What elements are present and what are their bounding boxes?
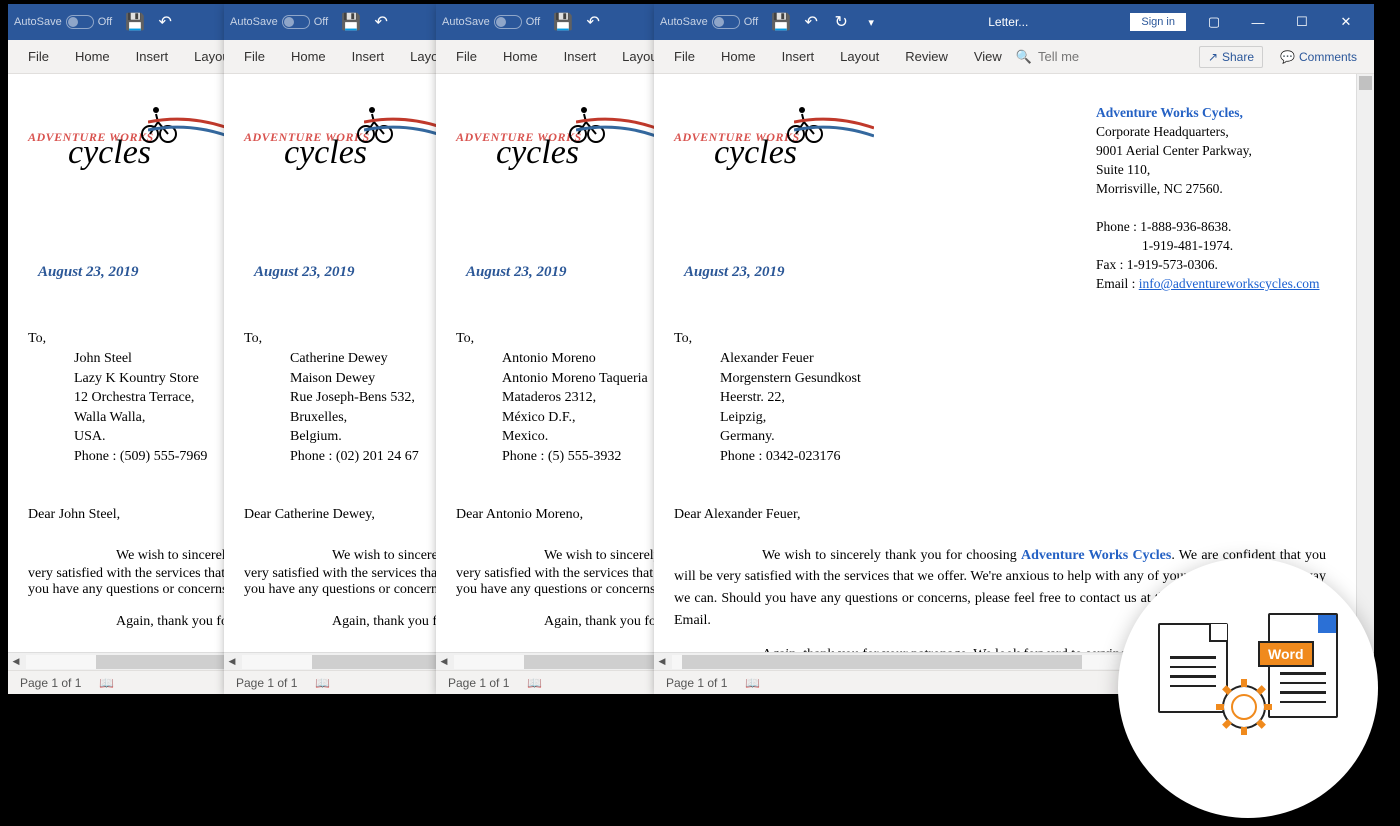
- redo-icon[interactable]: ↻: [826, 7, 856, 37]
- maximize-icon[interactable]: ☐: [1280, 7, 1324, 37]
- recipient-address: Alexander Feuer Morgenstern Gesundkost H…: [720, 349, 1326, 467]
- tab-file[interactable]: File: [16, 43, 61, 70]
- comments-button[interactable]: 💬Comments: [1271, 46, 1366, 68]
- signin-button[interactable]: Sign in: [1130, 13, 1186, 31]
- company-logo: ADVENTURE WORKS cycles: [456, 104, 656, 174]
- tab-insert[interactable]: Insert: [552, 43, 609, 70]
- tab-insert[interactable]: Insert: [124, 43, 181, 70]
- company-logo: ADVENTURE WORKS cycles: [28, 104, 228, 174]
- autosave-toggle-icon[interactable]: [282, 15, 310, 29]
- spellcheck-icon[interactable]: 📖: [315, 676, 330, 690]
- autosave-toggle-icon[interactable]: [712, 15, 740, 29]
- word-badge: Word: [1258, 641, 1314, 667]
- customize-qat-icon[interactable]: ▾: [856, 7, 886, 37]
- greeting: Dear Alexander Feuer,: [674, 507, 1326, 523]
- save-icon[interactable]: 💾: [336, 7, 366, 37]
- scroll-thumb[interactable]: [1359, 76, 1372, 90]
- minimize-icon[interactable]: —: [1236, 7, 1280, 37]
- tab-home[interactable]: Home: [709, 43, 768, 70]
- autosave[interactable]: AutoSave Off: [660, 15, 758, 29]
- tab-file[interactable]: File: [232, 43, 277, 70]
- mail-merge-illustration: Word: [1118, 558, 1378, 818]
- autosave[interactable]: AutoSave Off: [14, 15, 112, 29]
- gear-icon: [1222, 685, 1266, 729]
- tab-file[interactable]: File: [662, 43, 707, 70]
- save-icon[interactable]: 💾: [120, 7, 150, 37]
- autosave-toggle-icon[interactable]: [66, 15, 94, 29]
- page-indicator: Page 1 of 1: [666, 676, 727, 690]
- document-stack-icon: [1158, 623, 1228, 713]
- tab-insert[interactable]: Insert: [770, 43, 827, 70]
- page-indicator: Page 1 of 1: [20, 676, 81, 690]
- brand-name: Adventure Works Cycles: [1021, 548, 1171, 563]
- autosave-label: AutoSave: [14, 16, 62, 28]
- tab-view[interactable]: View: [962, 43, 1014, 70]
- spellcheck-icon[interactable]: 📖: [99, 676, 114, 690]
- tab-home[interactable]: Home: [491, 43, 550, 70]
- comment-icon: 💬: [1280, 50, 1295, 64]
- undo-icon[interactable]: ↶: [796, 7, 826, 37]
- autosave-toggle-icon[interactable]: [494, 15, 522, 29]
- undo-icon[interactable]: ↶: [578, 7, 608, 37]
- ribbon: File Home Insert Layout Review View 🔍Tel…: [654, 40, 1374, 74]
- tab-home[interactable]: Home: [63, 43, 122, 70]
- save-icon[interactable]: 💾: [548, 7, 578, 37]
- tab-layout[interactable]: Layout: [828, 43, 891, 70]
- share-button[interactable]: ↗Share: [1199, 46, 1263, 68]
- page-indicator: Page 1 of 1: [236, 676, 297, 690]
- close-icon[interactable]: ✕: [1324, 7, 1368, 37]
- vertical-scrollbar[interactable]: ▲ ▼: [1356, 74, 1374, 652]
- company-name: Adventure Works Cycles,: [1096, 104, 1326, 123]
- tab-home[interactable]: Home: [279, 43, 338, 70]
- tab-review[interactable]: Review: [893, 43, 960, 70]
- titlebar: AutoSave Off 💾 ↶ ↻ ▾ Letter... Sign in ▢…: [654, 4, 1374, 40]
- company-email-link[interactable]: info@adventureworkscycles.com: [1139, 276, 1320, 291]
- tab-insert[interactable]: Insert: [340, 43, 397, 70]
- search-icon: 🔍: [1016, 49, 1032, 65]
- company-logo: ADVENTURE WORKS cycles: [674, 104, 874, 174]
- tab-file[interactable]: File: [444, 43, 489, 70]
- spellcheck-icon[interactable]: 📖: [527, 676, 542, 690]
- undo-icon[interactable]: ↶: [366, 7, 396, 37]
- window-title: Letter...: [886, 15, 1130, 29]
- tell-me-search[interactable]: 🔍Tell me: [1016, 49, 1079, 65]
- page-indicator: Page 1 of 1: [448, 676, 509, 690]
- undo-icon[interactable]: ↶: [150, 7, 180, 37]
- spellcheck-icon[interactable]: 📖: [745, 676, 760, 690]
- autosave[interactable]: AutoSave Off: [442, 15, 540, 29]
- share-icon: ↗: [1208, 50, 1218, 64]
- company-address-block: Adventure Works Cycles, Corporate Headqu…: [1096, 104, 1326, 294]
- save-icon[interactable]: 💾: [766, 7, 796, 37]
- autosave[interactable]: AutoSave Off: [230, 15, 328, 29]
- ribbon-display-icon[interactable]: ▢: [1192, 7, 1236, 37]
- autosave-state: Off: [98, 16, 112, 28]
- company-logo: ADVENTURE WORKS cycles: [244, 104, 444, 174]
